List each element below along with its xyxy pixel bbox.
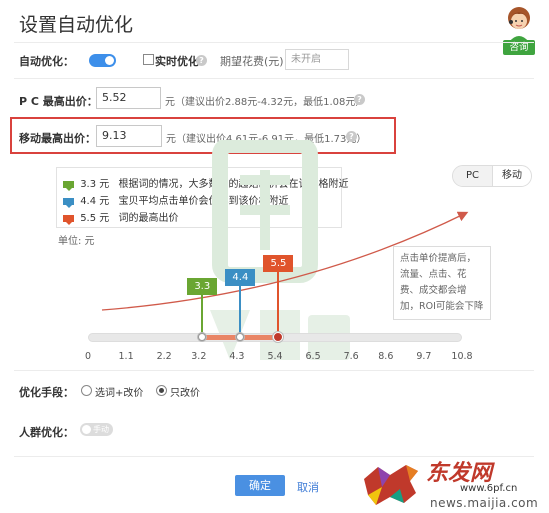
- mobile-bid-input[interactable]: 9.13: [96, 125, 162, 147]
- device-switch[interactable]: PC 移动: [452, 165, 532, 187]
- radio-price-only-label: 只改价: [170, 388, 200, 399]
- page-title: 设置自动优化: [19, 14, 134, 36]
- radio-keyword-and-price-label: 选词+改价: [95, 388, 144, 399]
- tip-box: 点击单价提高后，流量、点击、花费、成交都会增加，ROI可能会下降: [393, 246, 491, 320]
- mobile-bid-label: 移动最高出价：: [19, 132, 96, 145]
- pc-bid-label: P C 最高出价：: [19, 95, 98, 108]
- corner-watermark: 东发网 www.6pf.cn news.maijia.com: [360, 455, 549, 513]
- axis-tick-label: 0: [84, 351, 92, 362]
- bull-logo-icon: [364, 465, 418, 505]
- auto-optimize-label: 自动优化：: [19, 55, 74, 68]
- pc-bid-hint: 元（建议出价2.88元-4.32元，最低1.08元）: [165, 97, 366, 108]
- auto-optimize-toggle[interactable]: [89, 54, 116, 67]
- watermark-site: news.maijia.com: [430, 496, 539, 510]
- legend-value: 3.3 元: [80, 179, 110, 190]
- marker-line: [239, 286, 242, 337]
- crowd-label: 人群优化：: [19, 426, 74, 439]
- pc-bid-help-icon[interactable]: ?: [354, 94, 365, 105]
- axis-tick-label: 5.4: [267, 351, 283, 362]
- unit-label: 单位: 元: [58, 236, 95, 247]
- radio-price-only[interactable]: [156, 385, 167, 396]
- tab-mobile[interactable]: 移动: [492, 166, 531, 186]
- divider: [14, 78, 534, 79]
- period-input[interactable]: 未开启: [285, 49, 349, 70]
- assistant-avatar-icon: [508, 7, 530, 42]
- axis-tick-label: 4.3: [229, 351, 245, 362]
- divider: [14, 370, 534, 371]
- red-flag-icon: [63, 214, 74, 225]
- divider: [14, 42, 534, 43]
- consult-widget[interactable]: 咨询: [503, 4, 535, 58]
- realtime-label: 实时优化: [155, 55, 199, 68]
- price-marker: 5.5: [263, 255, 294, 272]
- axis-tick-label: 7.6: [343, 351, 359, 362]
- confirm-button[interactable]: 确定: [235, 475, 285, 496]
- axis-tick-label: 1.1: [118, 351, 134, 362]
- price-marker: 3.3: [187, 278, 218, 295]
- tab-pc[interactable]: PC: [453, 166, 492, 186]
- axis-tick-label: 2.2: [156, 351, 172, 362]
- axis-tick-label: 10.8: [451, 351, 473, 362]
- axis-tick-label: 3.2: [191, 351, 207, 362]
- marker-line: [201, 295, 204, 337]
- radio-keyword-and-price[interactable]: [81, 385, 92, 396]
- watermark-url: www.6pf.cn: [460, 483, 518, 494]
- axis-tick-label: 8.6: [378, 351, 394, 362]
- axis-tick-label: 9.7: [416, 351, 432, 362]
- blue-flag-icon: [63, 197, 74, 208]
- period-label: 期望花费(元)：: [220, 55, 295, 68]
- cancel-button[interactable]: 取消: [297, 479, 319, 495]
- axis-tick-label: 6.5: [305, 351, 321, 362]
- green-flag-icon: [63, 180, 74, 191]
- crowd-toggle[interactable]: 手动: [80, 423, 113, 436]
- marker-line: [277, 272, 280, 337]
- pc-bid-input[interactable]: 5.52: [96, 87, 161, 109]
- price-marker: 4.4: [225, 269, 256, 286]
- method-label: 优化手段：: [19, 386, 74, 399]
- realtime-checkbox[interactable]: [143, 54, 154, 65]
- realtime-help-icon[interactable]: ?: [196, 55, 207, 66]
